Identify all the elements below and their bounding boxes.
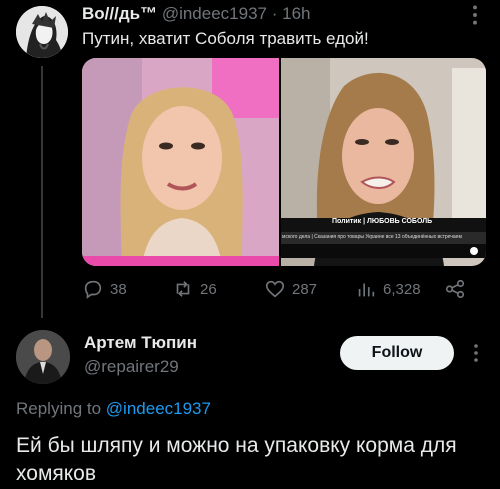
- views-chart-icon: [358, 283, 375, 297]
- reply-author-handle[interactable]: @repairer29: [84, 357, 179, 377]
- follow-button[interactable]: Follow: [340, 336, 454, 370]
- heart-icon: [265, 280, 285, 298]
- author-handle[interactable]: @indeec1937: [162, 4, 267, 23]
- reply-action[interactable]: 38: [82, 278, 127, 300]
- replying-to-line: Replying to @indeec1937: [16, 399, 211, 419]
- chyron-title: Политик | ЛЮБОВЬ СОБОЛЬ: [332, 218, 433, 225]
- author-name[interactable]: Во///дь™: [82, 4, 157, 23]
- replying-to-handle-link[interactable]: @indeec1937: [106, 399, 211, 418]
- views-action[interactable]: 6,328: [355, 278, 421, 300]
- author-avatar[interactable]: [16, 6, 68, 58]
- avatar-illustration: [16, 6, 68, 58]
- avatar-photo: [16, 330, 70, 384]
- like-count: 287: [292, 280, 318, 298]
- like-action[interactable]: 287: [264, 278, 317, 300]
- more-options-icon[interactable]: [462, 2, 488, 28]
- reply-count: 38: [110, 280, 127, 298]
- view-count: 6,328: [383, 280, 421, 298]
- reply-more-options-icon[interactable]: [464, 340, 488, 366]
- tweet-action-bar: 38 26 287 6,328: [82, 278, 486, 302]
- tweet-header: Во///дь™ @indeec1937 · 16h: [82, 4, 311, 24]
- thread-connector-line: [41, 66, 43, 318]
- chyron-subtitle: мского дела | Сказания про товары Украин…: [282, 234, 462, 240]
- reply-icon: [84, 280, 102, 299]
- tweet-time[interactable]: 16h: [282, 4, 310, 23]
- retweet-count: 26: [200, 280, 217, 298]
- share-icon: [445, 279, 465, 299]
- header-separator: ·: [271, 4, 278, 23]
- reply-author-avatar[interactable]: [16, 330, 70, 384]
- reply-text: Ей бы шляпу и можно на упаковку корма дл…: [16, 434, 457, 485]
- reply-author-name[interactable]: Артем Тюпин: [84, 333, 197, 353]
- replying-to-prefix: Replying to: [16, 399, 102, 418]
- share-action[interactable]: [444, 278, 466, 300]
- retweet-icon: [176, 281, 190, 297]
- tweet-media-image[interactable]: Политик | ЛЮБОВЬ СОБОЛЬ мского дела | Ск…: [82, 58, 486, 266]
- retweet-action[interactable]: 26: [172, 278, 217, 300]
- tweet-text: Путин, хватит Соболя травить едой!: [82, 29, 369, 48]
